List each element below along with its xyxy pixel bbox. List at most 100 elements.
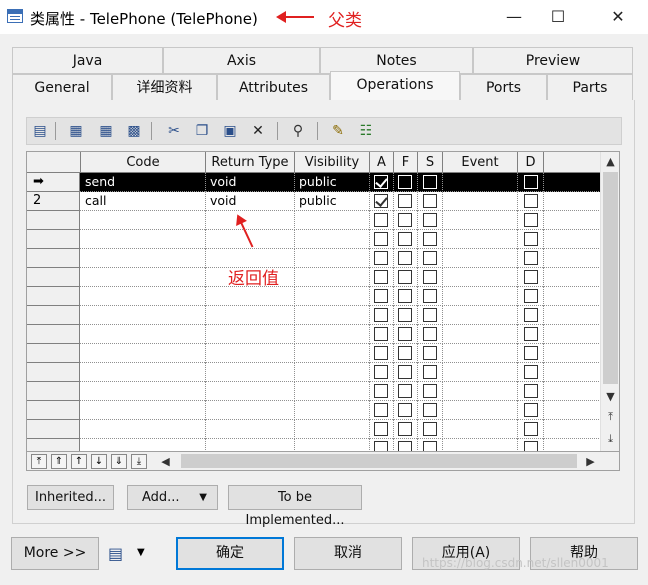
- tab-parts[interactable]: Parts: [547, 74, 633, 101]
- column-header-visibility[interactable]: Visibility: [295, 152, 370, 173]
- tab-attributes[interactable]: Attributes: [217, 74, 330, 101]
- horizontal-scroll-thumb[interactable]: [181, 454, 577, 468]
- move-up-button[interactable]: ↑: [71, 454, 87, 469]
- cell-return-type[interactable]: [206, 382, 295, 401]
- cell-visibility[interactable]: [295, 325, 370, 344]
- checkbox-f[interactable]: [398, 232, 412, 246]
- cell-code[interactable]: send: [81, 173, 206, 192]
- cell-visibility[interactable]: [295, 382, 370, 401]
- checkbox-a[interactable]: [374, 270, 388, 284]
- checkbox-d[interactable]: [524, 308, 538, 322]
- column-header-abstract[interactable]: A: [370, 152, 394, 173]
- cell-code[interactable]: [81, 382, 206, 401]
- checkbox-f[interactable]: [398, 175, 412, 189]
- row-header[interactable]: [27, 230, 80, 249]
- checkbox-d[interactable]: [524, 194, 538, 208]
- checkbox-f[interactable]: [398, 251, 412, 265]
- checkbox-d[interactable]: [524, 422, 538, 436]
- checkbox-s[interactable]: [423, 422, 437, 436]
- filter-icon[interactable]: ☷: [357, 122, 375, 140]
- scroll-down-icon[interactable]: ▼: [602, 388, 619, 405]
- tab-ports[interactable]: Ports: [460, 74, 547, 101]
- empty-table-row[interactable]: [27, 344, 601, 363]
- checkbox-a[interactable]: [374, 289, 388, 303]
- cell-visibility[interactable]: [295, 306, 370, 325]
- cell-code[interactable]: [81, 344, 206, 363]
- cell-visibility[interactable]: [295, 344, 370, 363]
- checkbox-d[interactable]: [524, 384, 538, 398]
- checkbox-a[interactable]: [374, 175, 388, 189]
- checkbox-a[interactable]: [374, 384, 388, 398]
- empty-table-row[interactable]: [27, 268, 601, 287]
- empty-table-row[interactable]: [27, 230, 601, 249]
- cell-visibility[interactable]: [295, 249, 370, 268]
- checkbox-a[interactable]: [374, 346, 388, 360]
- cell-visibility[interactable]: [295, 287, 370, 306]
- checkbox-s[interactable]: [423, 270, 437, 284]
- tab-preview[interactable]: Preview: [473, 47, 633, 74]
- checkbox-a[interactable]: [374, 213, 388, 227]
- checkbox-d[interactable]: [524, 365, 538, 379]
- checkbox-s[interactable]: [423, 232, 437, 246]
- cell-code[interactable]: call: [81, 192, 206, 211]
- close-button[interactable]: ✕: [598, 4, 638, 30]
- checkbox-s[interactable]: [423, 365, 437, 379]
- row-header[interactable]: [27, 211, 80, 230]
- row-header[interactable]: ➡: [27, 173, 80, 192]
- scroll-left-icon[interactable]: ◀: [157, 453, 174, 470]
- cell-code[interactable]: [81, 325, 206, 344]
- menu-dropdown-icon[interactable]: ▼: [137, 547, 145, 558]
- checkbox-a[interactable]: [374, 403, 388, 417]
- cell-code[interactable]: [81, 230, 206, 249]
- checkbox-f[interactable]: [398, 194, 412, 208]
- move-bottom-button[interactable]: ⤓: [131, 454, 147, 469]
- checkbox-s[interactable]: [423, 175, 437, 189]
- cell-visibility[interactable]: [295, 230, 370, 249]
- find-icon[interactable]: ⚲: [289, 122, 307, 140]
- tab-java[interactable]: Java: [12, 47, 163, 74]
- cell-code[interactable]: [81, 401, 206, 420]
- empty-table-row[interactable]: [27, 306, 601, 325]
- inherited-button[interactable]: Inherited...: [27, 485, 114, 510]
- move-down-button[interactable]: ↓: [91, 454, 107, 469]
- row-header[interactable]: 2: [27, 192, 80, 211]
- cell-return-type[interactable]: [206, 363, 295, 382]
- checkbox-d[interactable]: [524, 327, 538, 341]
- checkbox-s[interactable]: [423, 251, 437, 265]
- cell-return-type[interactable]: [206, 306, 295, 325]
- scroll-up-icon[interactable]: ▲: [602, 153, 619, 170]
- checkbox-f[interactable]: [398, 384, 412, 398]
- tab-details[interactable]: 详细资料: [112, 74, 217, 101]
- scroll-right-icon[interactable]: ▶: [582, 453, 599, 470]
- column-header-return-type[interactable]: Return Type: [206, 152, 295, 173]
- grid-view-icon[interactable]: ▩: [125, 122, 143, 140]
- checkbox-d[interactable]: [524, 175, 538, 189]
- cell-code[interactable]: [81, 420, 206, 439]
- checkbox-d[interactable]: [524, 403, 538, 417]
- tab-notes[interactable]: Notes: [320, 47, 473, 74]
- checkbox-a[interactable]: [374, 251, 388, 265]
- empty-table-row[interactable]: [27, 211, 601, 230]
- move-top-button[interactable]: ⤒: [31, 454, 47, 469]
- row-header[interactable]: [27, 325, 80, 344]
- cell-return-type[interactable]: [206, 401, 295, 420]
- vertical-scrollbar[interactable]: ▲ ▼ ⤒ ⤓: [600, 152, 619, 451]
- cell-code[interactable]: [81, 211, 206, 230]
- cut-icon[interactable]: ✂: [165, 122, 183, 140]
- cell-visibility[interactable]: [295, 420, 370, 439]
- empty-table-row[interactable]: [27, 382, 601, 401]
- cell-return-type[interactable]: void: [206, 192, 295, 211]
- empty-table-row[interactable]: [27, 420, 601, 439]
- checkbox-s[interactable]: [423, 213, 437, 227]
- row-header[interactable]: [27, 306, 80, 325]
- empty-table-row[interactable]: [27, 325, 601, 344]
- add-button[interactable]: Add... ▼: [127, 485, 218, 510]
- menu-icon[interactable]: ▤: [108, 544, 123, 563]
- checkbox-f[interactable]: [398, 289, 412, 303]
- cell-code[interactable]: [81, 306, 206, 325]
- empty-table-row[interactable]: [27, 249, 601, 268]
- minimize-button[interactable]: —: [494, 4, 534, 30]
- checkbox-s[interactable]: [423, 194, 437, 208]
- checkbox-d[interactable]: [524, 251, 538, 265]
- checkbox-f[interactable]: [398, 365, 412, 379]
